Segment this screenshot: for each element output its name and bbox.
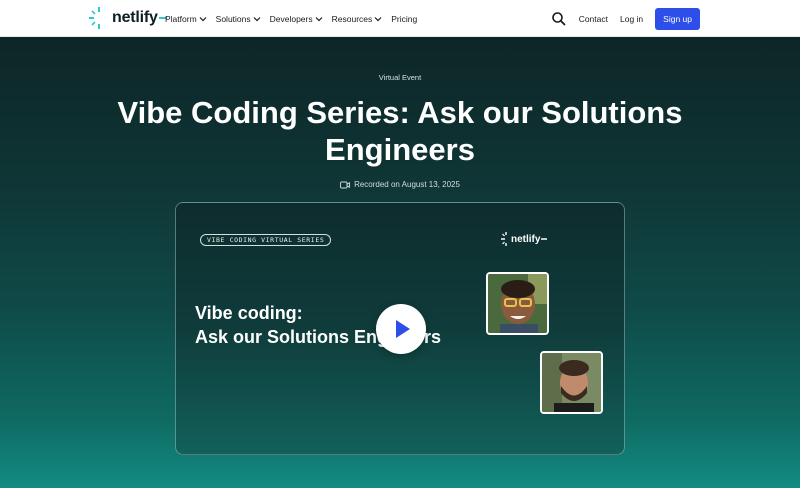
search-icon[interactable] <box>551 11 567 27</box>
speaker-photo-2 <box>540 351 603 414</box>
logo-dash-icon <box>541 238 548 240</box>
nav-item-label: Solutions <box>215 13 251 24</box>
chevron-down-icon <box>315 16 323 21</box>
chevron-down-icon <box>199 16 207 21</box>
play-button[interactable] <box>376 304 426 354</box>
speaker-photo-1 <box>486 272 549 335</box>
nav-item-label: Resources <box>331 13 373 24</box>
page-bottom-edge <box>0 488 800 500</box>
speaker-portrait-2 <box>542 353 601 412</box>
site-header: netlify Platform Solutions Developers Re… <box>0 0 800 37</box>
video-player[interactable]: VIBE CODING VIRTUAL SERIES netlify Vibe … <box>175 202 625 455</box>
event-type-label: Virtual Event <box>378 73 422 82</box>
video-camera-icon <box>340 181 351 188</box>
nav-item-label: Pricing <box>391 13 418 24</box>
signup-button[interactable]: Sign up <box>655 7 700 30</box>
chevron-down-icon <box>253 16 261 21</box>
netlify-logo-icon <box>89 7 100 29</box>
logo-text: netlify <box>112 9 158 26</box>
contact-link[interactable]: Contact <box>579 14 608 24</box>
header-actions: Contact Log in Sign up <box>551 0 700 37</box>
video-title-line-1: Vibe coding: <box>195 303 303 323</box>
nav-item-solutions[interactable]: Solutions <box>216 14 261 24</box>
recorded-date: Recorded on August 13, 2025 <box>0 180 800 189</box>
netlify-logo[interactable]: netlify <box>88 6 168 30</box>
speaker-portrait-1 <box>488 274 547 333</box>
nav-item-label: Developers <box>269 13 313 24</box>
nav-item-platform[interactable]: Platform <box>165 14 207 24</box>
main-nav: Platform Solutions Developers Resources … <box>165 0 426 37</box>
series-badge: VIBE CODING VIRTUAL SERIES <box>200 234 332 246</box>
netlify-logo-icon <box>501 232 507 246</box>
page-title: Vibe Coding Series: Ask our Solutions En… <box>117 95 683 167</box>
play-icon <box>396 320 410 338</box>
nav-item-developers[interactable]: Developers <box>270 14 323 24</box>
login-link[interactable]: Log in <box>620 14 643 24</box>
chevron-down-icon <box>374 16 382 21</box>
nav-item-label: Platform <box>165 13 197 24</box>
video-netlify-logo: netlify <box>501 231 548 247</box>
video-title-line-2: Ask our Solutions Engineers <box>195 327 442 347</box>
video-title: Vibe coding: Ask our Solutions Engineers <box>195 301 495 349</box>
recorded-date-text: Recorded on August 13, 2025 <box>354 180 460 189</box>
nav-item-resources[interactable]: Resources <box>332 14 383 24</box>
nav-item-pricing[interactable]: Pricing <box>391 14 417 24</box>
hero-section: Virtual Event Vibe Coding Series: Ask ou… <box>0 37 800 488</box>
video-logo-text: netlify <box>511 233 541 245</box>
